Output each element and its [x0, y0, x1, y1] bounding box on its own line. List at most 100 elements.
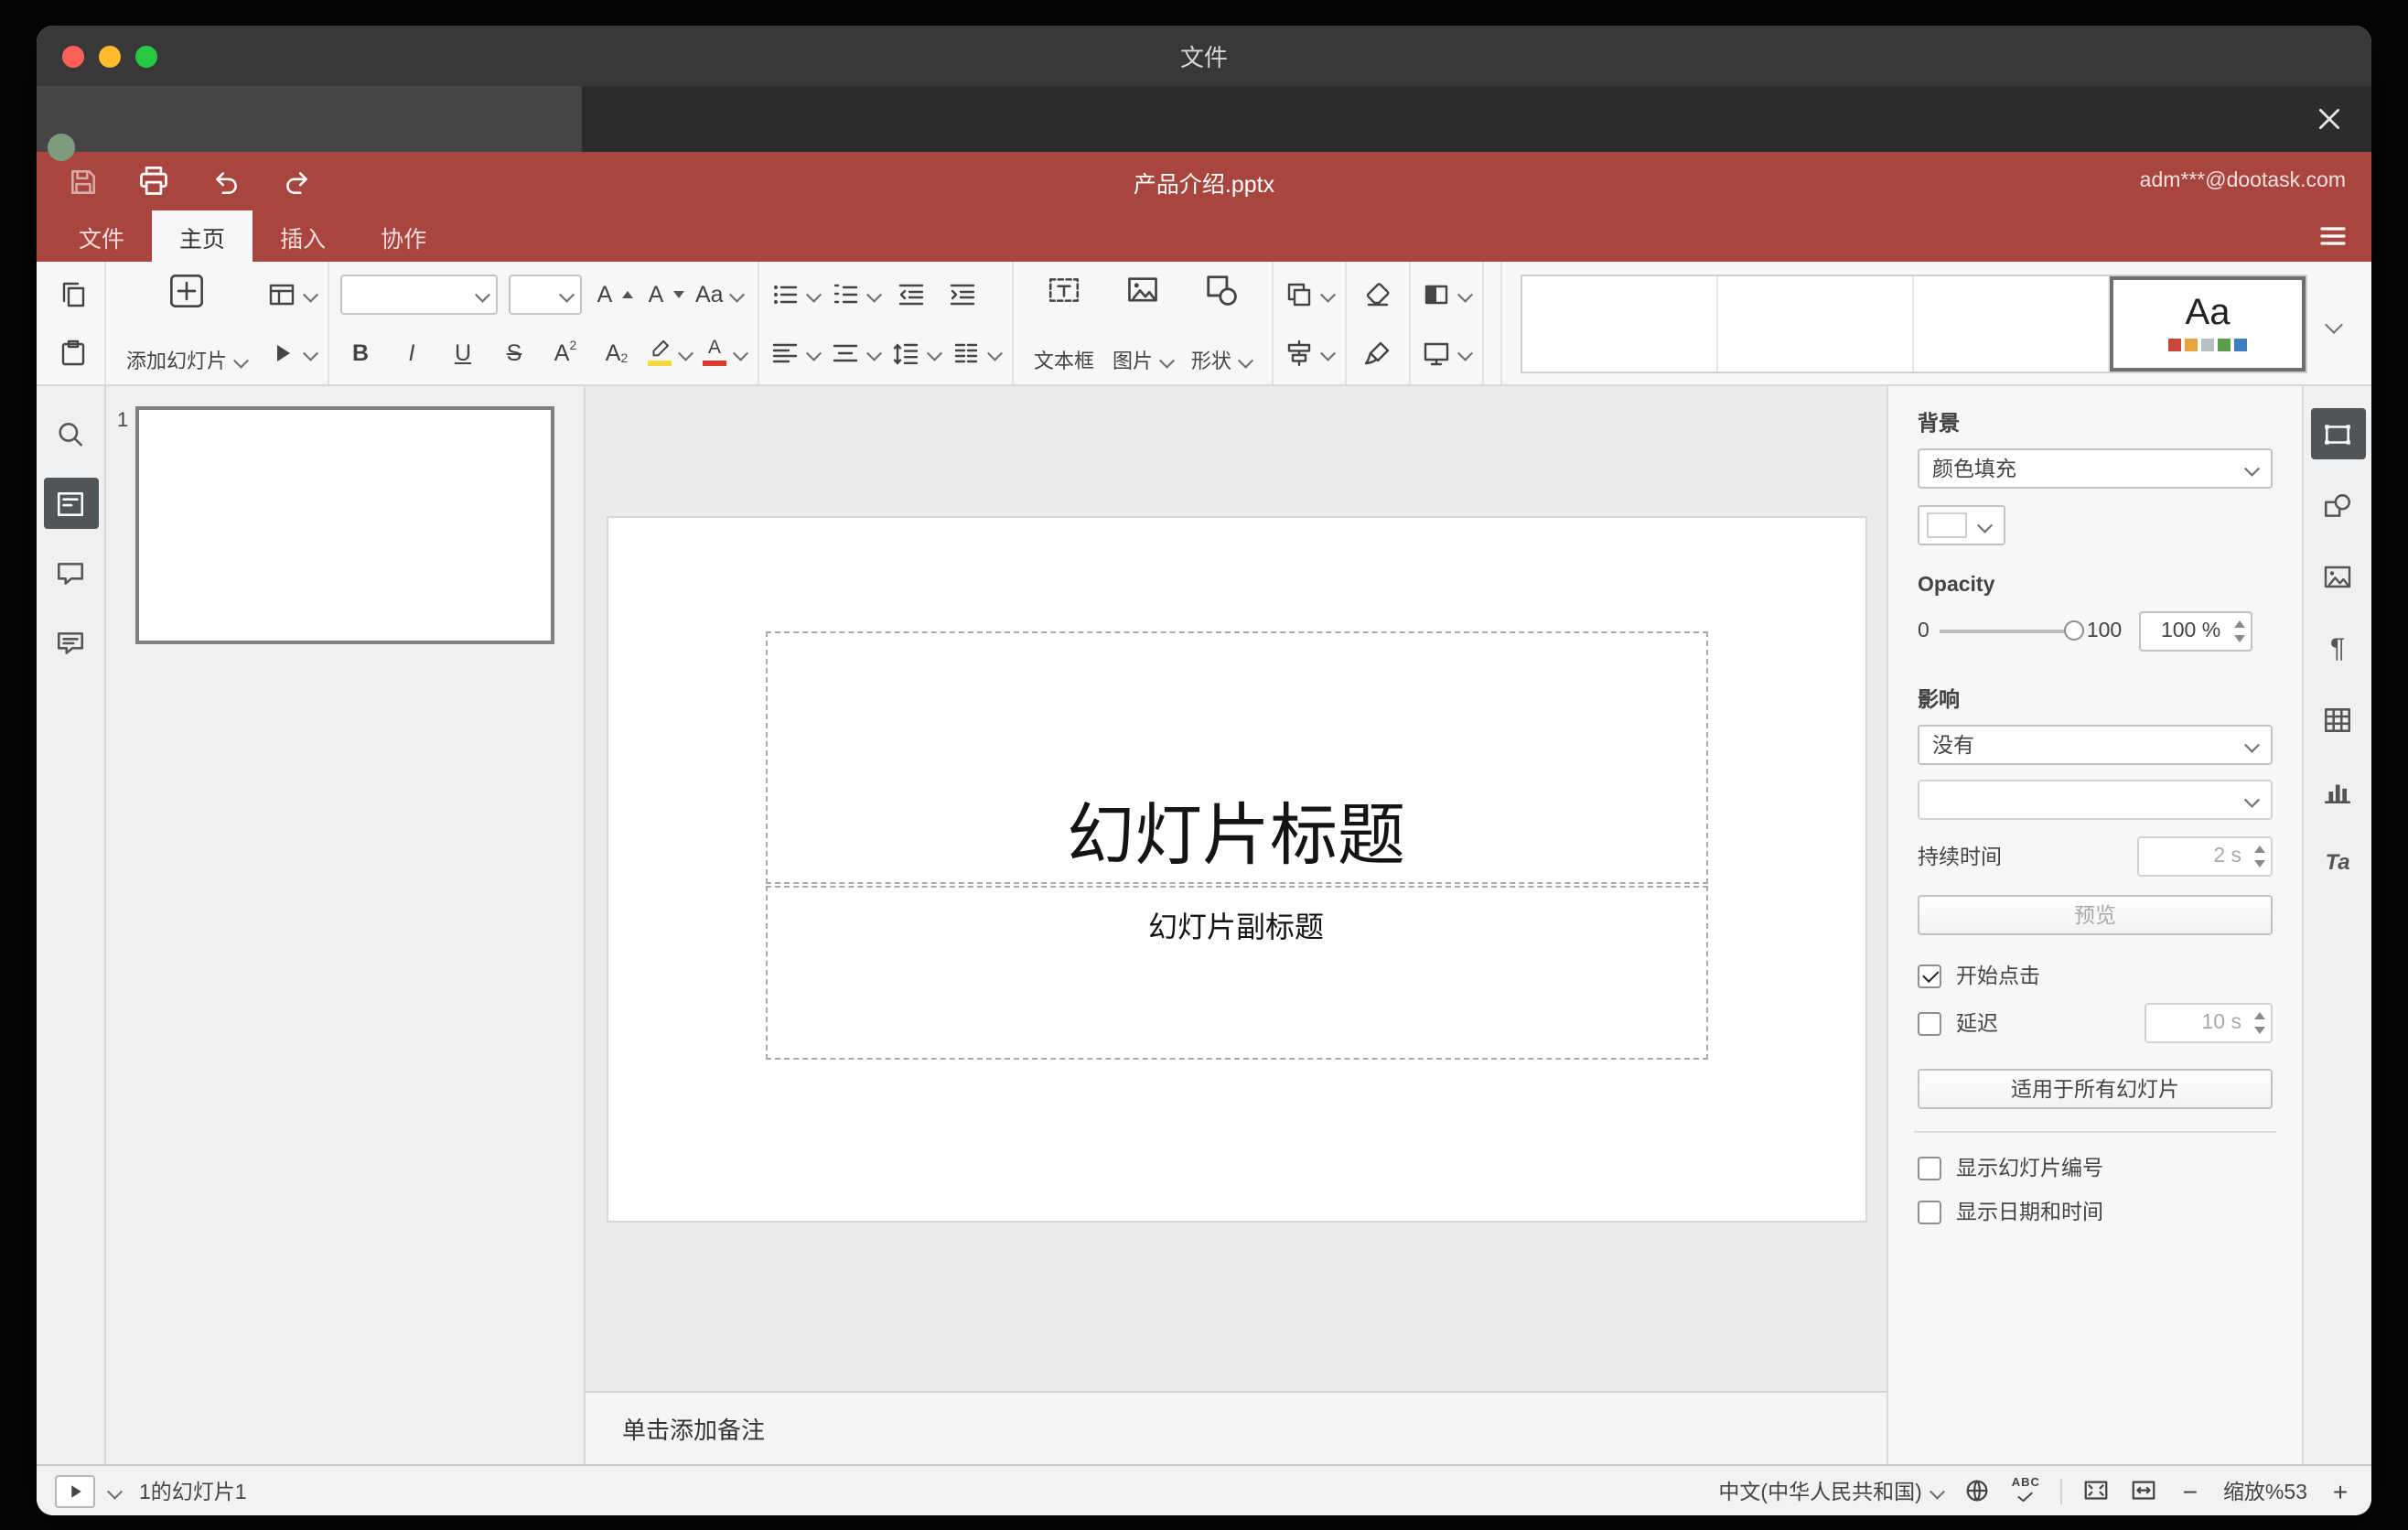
decrease-font-button[interactable]: A [644, 272, 684, 316]
save-button[interactable] [62, 161, 102, 201]
theme-option-selected[interactable]: Aa [2110, 275, 2306, 371]
highlight-color-button[interactable] [648, 330, 692, 374]
increase-indent-button[interactable] [942, 272, 983, 316]
copy-button[interactable] [53, 272, 93, 316]
slide-thumbnail[interactable] [135, 406, 554, 644]
decrease-indent-button[interactable] [891, 272, 931, 316]
insert-group: 文本框 图片 形状 [1014, 262, 1274, 384]
zoom-out-button[interactable]: − [2177, 1476, 2203, 1505]
background-fill-select[interactable]: 颜色填充 [1918, 448, 2273, 489]
zoom-level-label[interactable]: 缩放%53 [2223, 1476, 2307, 1505]
sidebar-item-feedback[interactable] [43, 617, 98, 668]
vertical-align-button[interactable] [831, 330, 880, 374]
copy-style-button[interactable] [1358, 330, 1398, 374]
insert-image-button[interactable]: 图片 [1103, 269, 1182, 377]
chevron-down-icon[interactable] [106, 1483, 121, 1498]
change-case-button[interactable]: Aa [695, 272, 744, 316]
maximize-window-button[interactable] [135, 45, 157, 67]
chevron-down-icon [729, 286, 744, 301]
set-language-button[interactable] [1964, 1477, 1992, 1504]
tab-collaboration[interactable]: 协作 [353, 210, 454, 262]
add-slide-icon [170, 275, 203, 307]
panel-tab-table-settings[interactable] [2310, 694, 2365, 745]
delay-checkbox[interactable] [1918, 1011, 1941, 1035]
start-slideshow-button[interactable] [267, 330, 317, 374]
insert-shape-button[interactable]: 形状 [1182, 269, 1261, 377]
bold-button[interactable]: B [340, 330, 381, 374]
sidebar-item-comments[interactable] [43, 547, 98, 598]
show-date-time-label: 显示日期和时间 [1956, 1202, 2103, 1224]
start-on-click-checkbox[interactable] [1918, 964, 1941, 987]
apply-to-all-button[interactable]: 适用于所有幻灯片 [1918, 1069, 2273, 1109]
traffic-lights [62, 45, 157, 67]
font-color-button[interactable]: A [703, 330, 747, 374]
italic-button[interactable]: I [392, 330, 432, 374]
underline-button[interactable]: U [443, 330, 483, 374]
add-slide-button[interactable]: 添加幻灯片 [117, 269, 256, 377]
redo-button[interactable] [276, 161, 317, 201]
clear-style-button[interactable] [1358, 272, 1398, 316]
slide-layout-button[interactable] [267, 272, 317, 316]
spinner-up-icon[interactable] [2233, 620, 2245, 627]
show-slide-number-checkbox[interactable] [1918, 1156, 1941, 1180]
numbered-list-button[interactable] [831, 272, 880, 316]
spellcheck-button[interactable]: ABC [2012, 1478, 2040, 1503]
panel-tab-shape-settings[interactable] [2310, 479, 2365, 531]
subscript-button[interactable]: A2 [597, 330, 637, 374]
strikethrough-button[interactable]: S [494, 330, 534, 374]
sidebar-item-search[interactable] [43, 408, 98, 459]
align-shape-button[interactable] [1285, 330, 1334, 374]
panel-tab-textart-settings[interactable]: Ta [2310, 836, 2365, 888]
statusbar-slideshow-button[interactable] [55, 1474, 95, 1507]
tab-file[interactable]: 文件 [51, 210, 152, 262]
slide-size-button[interactable] [1422, 330, 1471, 374]
increase-font-button[interactable]: A [593, 272, 633, 316]
print-button[interactable] [134, 161, 174, 201]
comment-icon [57, 562, 84, 584]
language-selector[interactable]: 中文(中华人民共和国) [1718, 1476, 1943, 1505]
save-icon [70, 169, 94, 193]
theme-gallery-expand-button[interactable] [2307, 274, 2355, 372]
fit-slide-button[interactable] [2082, 1477, 2110, 1504]
theme-option-1[interactable] [1522, 275, 1718, 371]
slide-subtitle-placeholder[interactable]: 幻灯片副标题 [765, 886, 1707, 1060]
notes-area[interactable]: 单击添加备注 [586, 1391, 1887, 1464]
theme-option-2[interactable] [1718, 275, 1914, 371]
superscript-button[interactable]: A2 [545, 330, 586, 374]
undo-button[interactable] [205, 161, 245, 201]
tab-home[interactable]: 主页 [152, 210, 253, 262]
panel-tab-image-settings[interactable] [2310, 551, 2365, 602]
theme-option-3[interactable] [1914, 275, 2110, 371]
panel-tab-chart-settings[interactable] [2310, 765, 2365, 816]
panel-tab-slide-settings[interactable] [2310, 408, 2365, 459]
arrange-shape-button[interactable] [1285, 272, 1334, 316]
slide-title-placeholder[interactable]: 幻灯片标题 [765, 631, 1707, 884]
font-size-combo[interactable] [509, 274, 582, 314]
slide-canvas[interactable]: 幻灯片标题 幻灯片副标题 [607, 518, 1865, 1221]
paste-button[interactable] [53, 330, 93, 374]
menu-button[interactable] [2318, 221, 2348, 251]
tab-insert[interactable]: 插入 [253, 210, 353, 262]
panel-tab-paragraph-settings[interactable]: ¶ [2310, 622, 2365, 673]
columns-button[interactable] [951, 330, 1001, 374]
font-name-combo[interactable] [340, 274, 498, 314]
color-scheme-button[interactable] [1422, 272, 1471, 316]
delay-value: 10 s [2201, 1012, 2242, 1034]
background-color-select[interactable] [1918, 505, 2005, 545]
opacity-spinner[interactable]: 100 % [2138, 611, 2252, 652]
effect-select[interactable]: 没有 [1918, 725, 2273, 765]
close-window-button[interactable] [62, 45, 84, 67]
sidebar-item-slides[interactable] [43, 478, 98, 529]
fit-width-button[interactable] [2130, 1477, 2157, 1504]
line-spacing-button[interactable] [891, 330, 941, 374]
spinner-down-icon[interactable] [2233, 634, 2245, 641]
insert-textbox-button[interactable]: 文本框 [1025, 269, 1103, 377]
opacity-slider-knob[interactable] [2064, 620, 2085, 641]
horizontal-align-button[interactable] [770, 330, 820, 374]
bullet-list-button[interactable] [770, 272, 820, 316]
close-editor-button[interactable] [2313, 102, 2346, 135]
opacity-slider[interactable] [1940, 620, 2085, 641]
show-date-time-checkbox[interactable] [1918, 1200, 1941, 1223]
zoom-in-button[interactable]: + [2327, 1476, 2353, 1505]
minimize-window-button[interactable] [99, 45, 121, 67]
